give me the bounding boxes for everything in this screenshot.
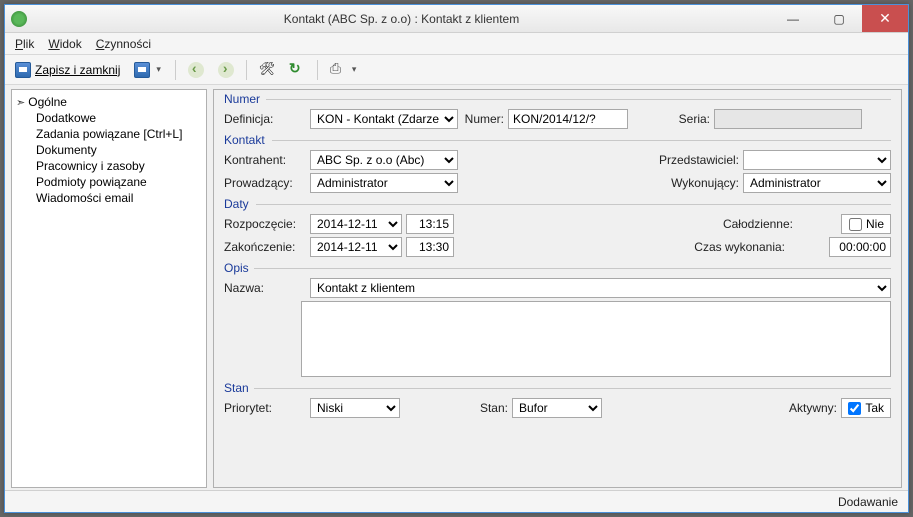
rozpoczecie-time[interactable]: [406, 214, 454, 234]
app-icon: [11, 11, 27, 27]
separator: [246, 60, 247, 80]
print-icon: [330, 62, 346, 78]
label-nazwa: Nazwa:: [224, 281, 306, 295]
dropdown-icon: ▾: [154, 64, 163, 75]
group-stan: Stan Priorytet: Niski Stan: Bufor Aktywn…: [224, 381, 891, 418]
numer-field[interactable]: [508, 109, 628, 129]
group-numer: Numer Definicja: KON - Kontakt (Zdarzeni…: [224, 92, 891, 129]
label-prowadzacy: Prowadzący:: [224, 176, 306, 190]
nav-item-dokumenty[interactable]: Dokumenty: [20, 142, 198, 158]
content-area: Ogólne Dodatkowe Zadania powiązane [Ctrl…: [5, 85, 908, 490]
group-daty: Daty Rozpoczęcie: 2014-12-11 Całodzienne…: [224, 197, 891, 257]
print-button[interactable]: ▾: [326, 60, 363, 80]
save-button[interactable]: ▾: [130, 60, 167, 80]
legend-daty: Daty: [224, 197, 891, 211]
tools-button[interactable]: [255, 60, 279, 80]
maximize-button[interactable]: ▢: [816, 5, 862, 32]
label-calodzienne: Całodzienne:: [693, 217, 793, 231]
nav-panel: Ogólne Dodatkowe Zadania powiązane [Ctrl…: [11, 89, 207, 488]
refresh-button[interactable]: [285, 60, 309, 80]
nav-item-ogolne[interactable]: Ogólne: [10, 94, 198, 110]
group-opis: Opis Nazwa: Kontakt z klientem: [224, 261, 891, 377]
form-panel: Numer Definicja: KON - Kontakt (Zdarzeni…: [213, 89, 902, 488]
nav-item-dodatkowe[interactable]: Dodatkowe: [20, 110, 198, 126]
aktywny-checkbox[interactable]: Tak: [841, 398, 891, 418]
label-czaswykonania: Czas wykonania:: [685, 240, 785, 254]
close-button[interactable]: ✕: [862, 5, 908, 32]
label-definicja: Definicja:: [224, 112, 306, 126]
titlebar[interactable]: Kontakt (ABC Sp. z o.o) : Kontakt z klie…: [5, 5, 908, 33]
label-wykonujacy: Wykonujący:: [649, 176, 739, 190]
label-priorytet: Priorytet:: [224, 401, 306, 415]
label-aktywny: Aktywny:: [777, 401, 837, 415]
menubar: Plik Widok Czynności: [5, 33, 908, 55]
nav-item-zadania[interactable]: Zadania powiązane [Ctrl+L]: [20, 126, 198, 142]
prowadzacy-select[interactable]: Administrator: [310, 173, 458, 193]
forward-icon: [218, 62, 234, 78]
save-icon: [15, 62, 31, 78]
window: Kontakt (ABC Sp. z o.o) : Kontakt z klie…: [4, 4, 909, 513]
stan-select[interactable]: Bufor: [512, 398, 602, 418]
dropdown-icon: ▾: [350, 64, 359, 75]
menu-widok[interactable]: Widok: [48, 37, 81, 51]
label-przedstawiciel: Przedstawiciel:: [649, 153, 739, 167]
label-seria: Seria:: [652, 112, 710, 126]
forward-button[interactable]: [214, 60, 238, 80]
toolbar: Zapisz i zamknij ▾ ▾: [5, 55, 908, 85]
label-rozpoczecie: Rozpoczęcie:: [224, 217, 306, 231]
legend-opis: Opis: [224, 261, 891, 275]
minimize-button[interactable]: —: [770, 5, 816, 32]
back-icon: [188, 62, 204, 78]
wykonujacy-select[interactable]: Administrator: [743, 173, 891, 193]
label-kontrahent: Kontrahent:: [224, 153, 306, 167]
rozpoczecie-date[interactable]: 2014-12-11: [310, 214, 402, 234]
legend-numer: Numer: [224, 92, 891, 106]
refresh-icon: [289, 62, 305, 78]
window-title: Kontakt (ABC Sp. z o.o) : Kontakt z klie…: [33, 12, 770, 26]
separator: [317, 60, 318, 80]
label-zakonczenie: Zakończenie:: [224, 240, 306, 254]
tools-icon: [259, 62, 275, 78]
nazwa-select[interactable]: Kontakt z klientem: [310, 278, 891, 298]
nav-item-pracownicy[interactable]: Pracownicy i zasoby: [20, 158, 198, 174]
opis-textarea[interactable]: [301, 301, 891, 377]
definicja-select[interactable]: KON - Kontakt (Zdarzenie): [310, 109, 458, 129]
nav-item-podmioty[interactable]: Podmioty powiązane: [20, 174, 198, 190]
nav-item-email[interactable]: Wiadomości email: [20, 190, 198, 206]
calodzienne-checkbox[interactable]: Nie: [841, 214, 891, 234]
label-stan: Stan:: [468, 401, 508, 415]
priorytet-select[interactable]: Niski: [310, 398, 400, 418]
menu-plik[interactable]: Plik: [15, 37, 34, 51]
legend-kontakt: Kontakt: [224, 133, 891, 147]
seria-field: [714, 109, 862, 129]
legend-stan: Stan: [224, 381, 891, 395]
zakonczenie-time[interactable]: [406, 237, 454, 257]
przedstawiciel-select[interactable]: [743, 150, 891, 170]
zakonczenie-date[interactable]: 2014-12-11: [310, 237, 402, 257]
statusbar: Dodawanie: [5, 490, 908, 512]
group-kontakt: Kontakt Kontrahent: ABC Sp. z o.o (Abc) …: [224, 133, 891, 193]
save-and-close-button[interactable]: Zapisz i zamknij: [11, 60, 124, 80]
back-button[interactable]: [184, 60, 208, 80]
menu-czynnosci[interactable]: Czynności: [96, 37, 151, 51]
czaswykonania-field[interactable]: [829, 237, 891, 257]
status-text: Dodawanie: [838, 495, 898, 509]
separator: [175, 60, 176, 80]
disk-icon: [134, 62, 150, 78]
label-numer: Numer:: [462, 112, 504, 126]
kontrahent-select[interactable]: ABC Sp. z o.o (Abc): [310, 150, 458, 170]
